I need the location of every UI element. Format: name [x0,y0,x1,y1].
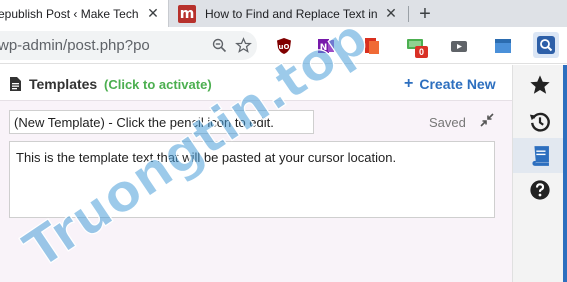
ublock-extension-icon[interactable]: uO [274,36,294,56]
sidebar-item-history[interactable] [527,109,553,135]
plus-icon: + [404,75,414,92]
browser-toolbar: wp-admin/post.php?po uO N 0 [0,27,567,64]
extension-sidebar [512,65,567,282]
create-new-button[interactable]: + Create New [404,75,496,93]
new-tab-button[interactable]: + [414,3,436,25]
help-icon [530,180,550,200]
search-extension-icon[interactable] [533,32,559,58]
red-notebook-extension-icon[interactable] [361,36,381,56]
templates-panel: Templates (Click to activate) + Create N… [0,65,512,282]
site-favicon-icon: m [178,4,196,23]
create-new-label: Create New [419,76,496,92]
book-icon [532,146,549,166]
close-icon[interactable]: ✕ [146,5,160,21]
history-icon [529,112,550,132]
collapse-icon[interactable] [480,113,494,127]
svg-text:N: N [320,43,328,53]
address-bar[interactable]: wp-admin/post.php?po [0,31,257,60]
zoom-out-icon[interactable] [209,36,229,56]
bookmark-star-icon[interactable] [233,36,253,56]
panel-header: Templates (Click to activate) + Create N… [0,65,512,101]
tab-find-replace[interactable]: m How to Find and Replace Text in ✕ [171,0,406,27]
sidebar-item-help[interactable] [527,177,553,203]
document-icon [10,77,21,91]
tab-separator [408,6,409,22]
svg-text:uO: uO [279,43,290,51]
sidebar-item-templates[interactable] [527,143,553,169]
url-text: wp-admin/post.php?po [0,37,150,54]
star-icon [530,75,550,94]
tab-title: How to Find and Replace Text in [205,6,378,21]
extension-badge: 0 [415,46,428,58]
sidebar-scroll-accent [563,65,567,282]
tab-republish-post[interactable]: epublish Post ‹ Make Tech ✕ [0,0,169,27]
panel-title: Templates [29,76,98,92]
sidebar-item-favorites[interactable] [527,72,553,98]
activate-hint[interactable]: (Click to activate) [104,77,212,92]
tab-strip: epublish Post ‹ Make Tech ✕ m How to Fin… [0,0,567,27]
close-icon[interactable]: ✕ [384,5,398,21]
template-name-field[interactable]: (New Template) - Click the pencil icon t… [9,110,314,134]
window-extension-icon[interactable] [493,36,513,56]
video-extension-icon[interactable] [449,36,469,56]
green-extension-icon[interactable]: 0 [405,36,428,58]
tab-title: epublish Post ‹ Make Tech [0,6,139,21]
save-status: Saved [429,115,466,130]
onenote-extension-icon[interactable]: N [316,36,336,56]
template-text-area[interactable]: This is the template text that will be p… [9,141,495,218]
